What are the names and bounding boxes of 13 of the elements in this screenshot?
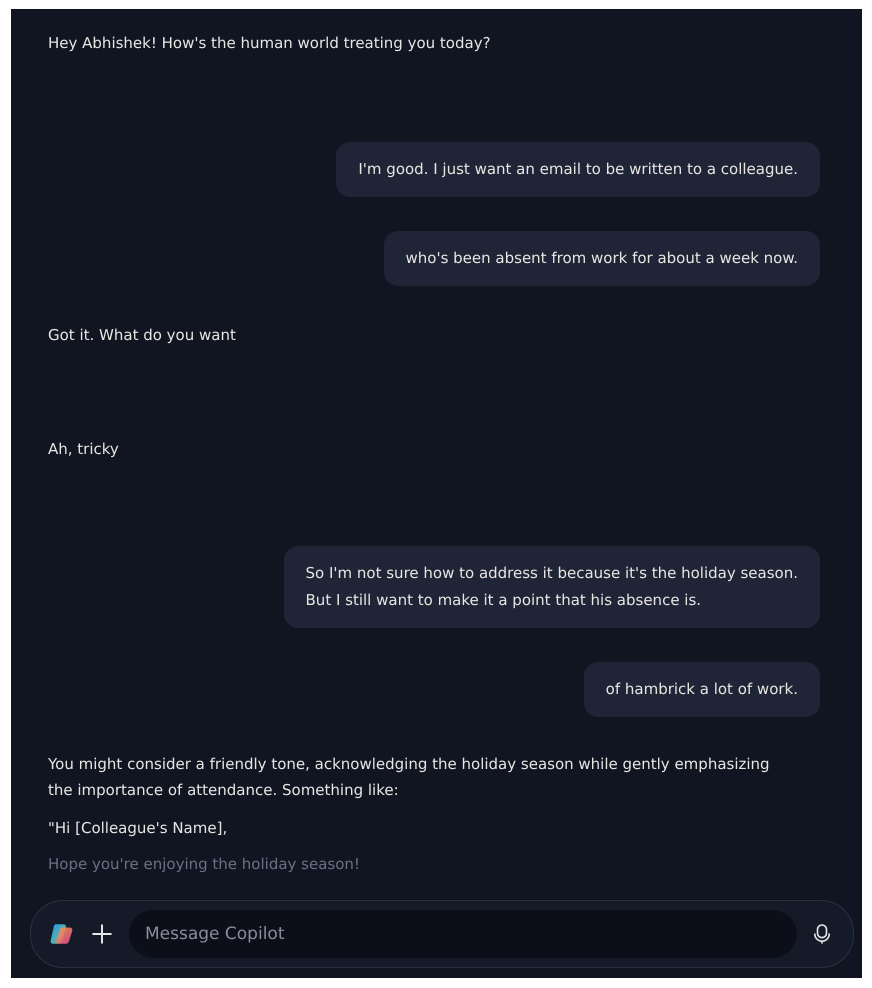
assistant-message: You might consider a friendly tone, acknowledging the holiday season while gently emphasizing the importance of attendance. Something like:	[48, 754, 771, 801]
microphone-icon	[813, 923, 831, 945]
assistant-message: Ah, tricky	[48, 439, 120, 460]
plus-icon	[91, 923, 113, 945]
user-message: I'm good. I just want an email to be written to a colleague.	[336, 142, 820, 197]
user-message: of hambrick a lot of work.	[584, 662, 820, 717]
assistant-message: Hope you're enjoying the holiday season!	[48, 854, 361, 875]
assistant-message: Hey Abhishek! How's the human world treating you today?	[48, 33, 492, 54]
assistant-message: Got it. What do you want	[48, 325, 237, 346]
assistant-message: "Hi [Colleague's Name],	[48, 818, 228, 839]
message-input[interactable]: Message Copilot	[129, 910, 797, 958]
user-message: So I'm not sure how to address it because it's the holiday season. But I still want to make it a point that his absence is.	[284, 546, 820, 628]
user-message: who's been absent from work for about a week now.	[384, 231, 820, 286]
